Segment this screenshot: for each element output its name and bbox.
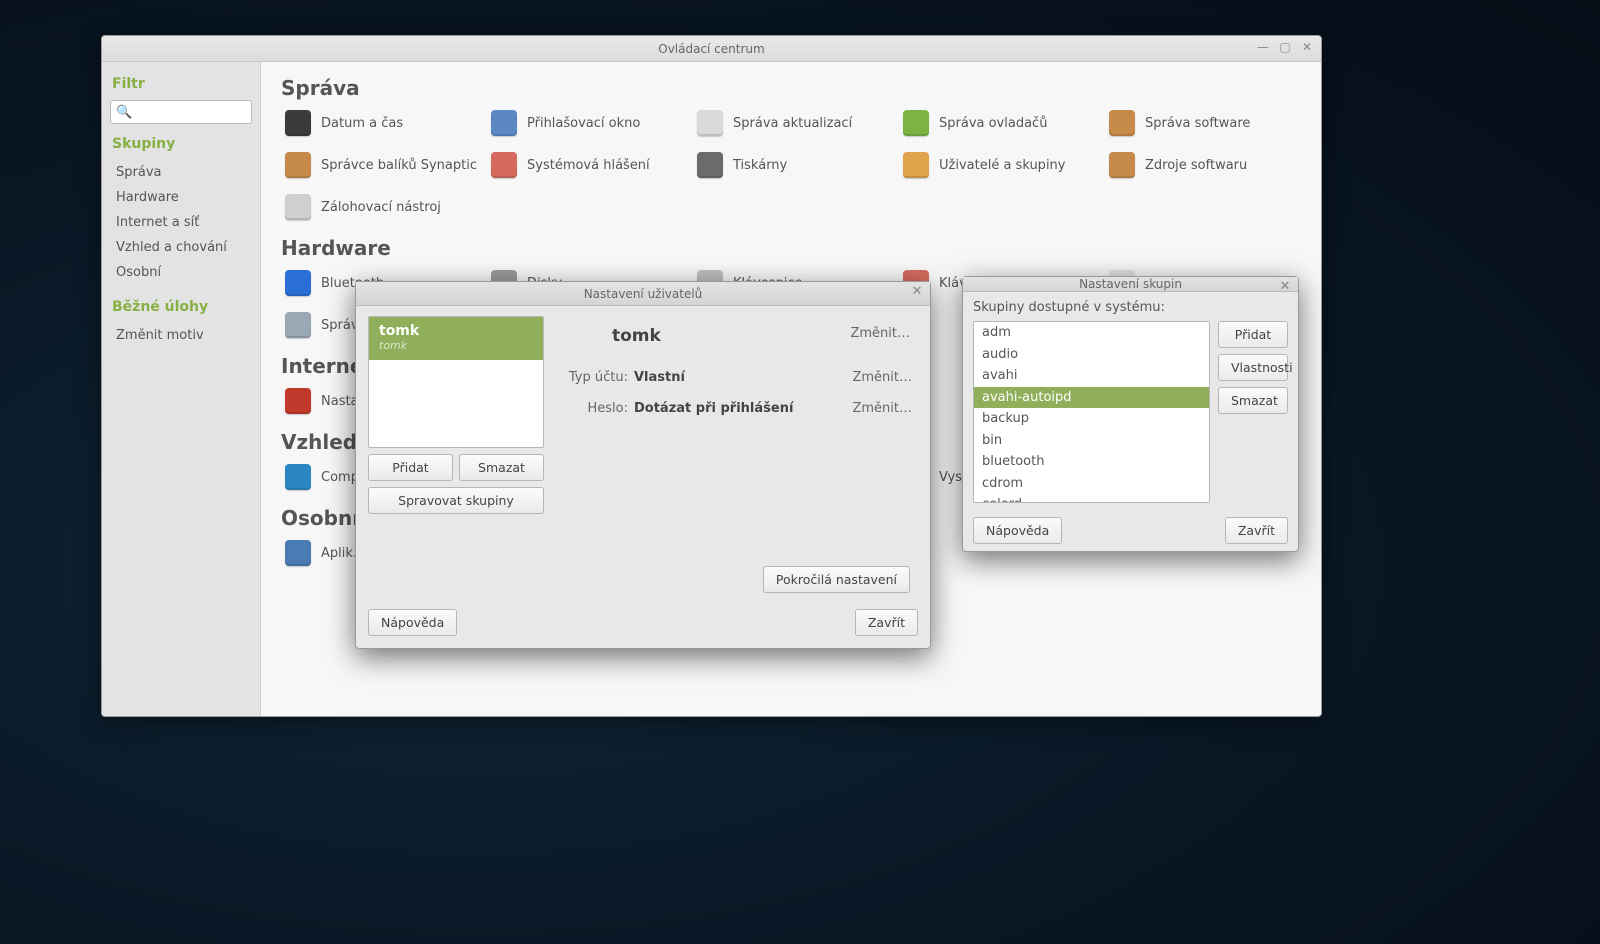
app-icon	[697, 110, 723, 136]
groups-dialog-titlebar[interactable]: Nastavení skupin ✕	[963, 277, 1298, 292]
sidebar-item[interactable]: Správa	[110, 160, 252, 185]
app-launcher[interactable]: Tiskárny	[693, 150, 893, 180]
maximize-icon[interactable]: ▢	[1277, 40, 1293, 56]
app-icon	[903, 152, 929, 178]
password-label: Heslo:	[556, 401, 628, 416]
app-icon	[1109, 110, 1135, 136]
group-list-item[interactable]: audio	[974, 344, 1209, 366]
app-icon	[285, 312, 311, 338]
app-label: Správa ovladačů	[939, 116, 1047, 131]
app-icon	[285, 540, 311, 566]
app-launcher[interactable]: Zdroje softwaru	[1105, 150, 1305, 180]
group-list-item[interactable]: colord	[974, 494, 1209, 503]
group-properties-button[interactable]: Vlastnosti	[1218, 354, 1288, 381]
help-button[interactable]: Nápověda	[368, 609, 457, 636]
close-button[interactable]: Zavřít	[1225, 517, 1288, 544]
app-icon	[285, 270, 311, 296]
app-label: Správa software	[1145, 116, 1250, 131]
users-dialog-titlebar[interactable]: Nastavení uživatelů ✕	[356, 282, 930, 306]
change-password-link[interactable]: Změnit…	[852, 401, 912, 416]
app-launcher[interactable]: Přihlašovací okno	[487, 108, 687, 138]
app-icon	[285, 152, 311, 178]
app-launcher[interactable]: Správce balíků Synaptic	[281, 150, 481, 180]
app-icon	[285, 194, 311, 220]
group-list-item[interactable]: backup	[974, 408, 1209, 430]
cc-titlebar[interactable]: Ovládací centrum — ▢ ✕	[102, 36, 1321, 62]
minimize-icon[interactable]: —	[1255, 40, 1271, 56]
app-label: Datum a čas	[321, 116, 403, 131]
sidebar-search[interactable]: 🔍	[110, 100, 252, 124]
app-launcher[interactable]: Správa ovladačů	[899, 108, 1099, 138]
sidebar-item[interactable]: Vzhled a chování	[110, 235, 252, 260]
app-icon	[285, 388, 311, 414]
groups-list[interactable]: admaudioavahiavahi-autoipdbackupbinbluet…	[973, 321, 1210, 503]
user-item-name: tomk	[379, 323, 533, 339]
account-type-value: Vlastní	[634, 370, 852, 385]
sidebar-item[interactable]: Internet a síť	[110, 210, 252, 235]
app-icon	[285, 464, 311, 490]
delete-group-button[interactable]: Smazat	[1218, 387, 1288, 414]
app-launcher[interactable]: Správa aktualizací	[693, 108, 893, 138]
app-label: Zálohovací nástroj	[321, 200, 441, 215]
sidebar-item[interactable]: Změnit motiv	[110, 323, 252, 348]
add-group-button[interactable]: Přidat	[1218, 321, 1288, 348]
app-label: Správce balíků Synaptic	[321, 158, 477, 173]
app-label: Přihlašovací okno	[527, 116, 640, 131]
advanced-settings-button[interactable]: Pokročilá nastavení	[763, 566, 910, 593]
app-launcher[interactable]: Datum a čas	[281, 108, 481, 138]
search-input[interactable]	[136, 104, 246, 120]
close-button[interactable]: Zavřít	[855, 609, 918, 636]
app-launcher[interactable]: Správa software	[1105, 108, 1305, 138]
groups-dialog: Nastavení skupin ✕ Skupiny dostupné v sy…	[962, 276, 1299, 552]
app-icon	[491, 110, 517, 136]
sidebar-groups-heading: Skupiny	[112, 136, 250, 152]
app-label: Uživatelé a skupiny	[939, 158, 1065, 173]
app-icon	[285, 110, 311, 136]
sidebar-item[interactable]: Osobní	[110, 260, 252, 285]
app-label: Systémová hlášení	[527, 158, 650, 173]
password-value: Dotázat při přihlášení	[634, 401, 852, 416]
users-dialog-title: Nastavení uživatelů	[584, 287, 703, 301]
close-icon[interactable]: ✕	[1299, 40, 1315, 56]
group-list-item[interactable]: avahi-autoipd	[974, 387, 1209, 409]
app-label: Zdroje softwaru	[1145, 158, 1247, 173]
app-icon	[697, 152, 723, 178]
app-icon	[1109, 152, 1135, 178]
category-title: Hardware	[281, 236, 1301, 260]
cc-sidebar: Filtr 🔍 Skupiny SprávaHardwareInternet a…	[102, 62, 261, 716]
change-account-type-link[interactable]: Změnit…	[852, 370, 912, 385]
app-icon	[491, 152, 517, 178]
group-list-item[interactable]: adm	[974, 322, 1209, 344]
search-icon: 🔍	[116, 105, 132, 120]
close-icon[interactable]: ✕	[1278, 281, 1292, 295]
account-type-label: Typ účtu:	[556, 370, 628, 385]
group-list-item[interactable]: cdrom	[974, 473, 1209, 495]
app-launcher[interactable]: Uživatelé a skupiny	[899, 150, 1099, 180]
add-user-button[interactable]: Přidat	[368, 454, 453, 481]
sidebar-common-heading: Běžné úlohy	[112, 299, 250, 315]
app-label: Správa aktualizací	[733, 116, 852, 131]
app-launcher[interactable]: Systémová hlášení	[487, 150, 687, 180]
sidebar-filter-heading: Filtr	[112, 76, 250, 92]
user-item-realname: tomk	[379, 339, 533, 352]
user-list[interactable]: tomk tomk	[368, 316, 544, 448]
app-launcher[interactable]: Zálohovací nástroj	[281, 192, 481, 222]
close-icon[interactable]: ✕	[910, 286, 924, 300]
sidebar-item[interactable]: Hardware	[110, 185, 252, 210]
help-button[interactable]: Nápověda	[973, 517, 1062, 544]
manage-groups-button[interactable]: Spravovat skupiny	[368, 487, 544, 514]
user-list-item[interactable]: tomk tomk	[369, 317, 543, 360]
change-name-link[interactable]: Změnit…	[850, 326, 910, 341]
category-title: Správa	[281, 76, 1301, 100]
groups-dialog-title: Nastavení skupin	[1079, 277, 1182, 291]
users-dialog: Nastavení uživatelů ✕ tomk tomk Přidat S…	[355, 281, 931, 649]
app-icon	[903, 110, 929, 136]
app-label: Tiskárny	[733, 158, 787, 173]
groups-available-label: Skupiny dostupné v systému:	[973, 300, 1288, 315]
group-list-item[interactable]: avahi	[974, 365, 1209, 387]
cc-title: Ovládací centrum	[658, 42, 764, 56]
group-list-item[interactable]: bluetooth	[974, 451, 1209, 473]
group-list-item[interactable]: bin	[974, 430, 1209, 452]
delete-user-button[interactable]: Smazat	[459, 454, 544, 481]
